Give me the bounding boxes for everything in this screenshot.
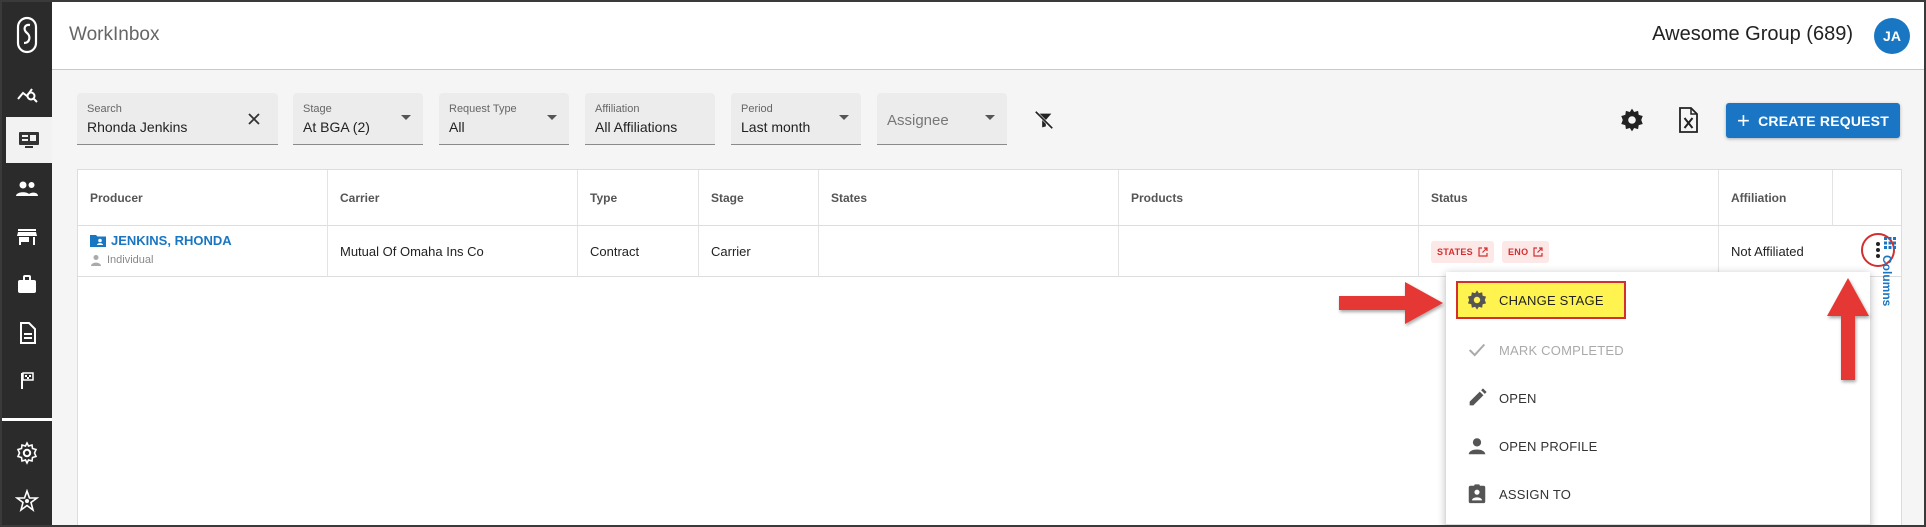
open-in-new-icon bbox=[1533, 246, 1543, 257]
column-header-type[interactable]: Type bbox=[578, 170, 699, 226]
avatar[interactable]: JA bbox=[1874, 18, 1910, 54]
stage-label: Stage bbox=[303, 103, 332, 115]
status-chip-states[interactable]: STATES bbox=[1431, 240, 1494, 263]
search-value: Rhonda Jenkins bbox=[87, 119, 188, 135]
menu-item-label: CHANGE STAGE bbox=[1499, 292, 1604, 308]
logo-icon[interactable] bbox=[2, 2, 52, 68]
assignment-ind-icon bbox=[1468, 484, 1486, 504]
folder-account-icon bbox=[90, 235, 106, 247]
page-title: WorkInbox bbox=[69, 24, 160, 45]
settings-icon[interactable] bbox=[2, 430, 52, 476]
affiliation-label: Affiliation bbox=[595, 103, 640, 115]
document-icon[interactable] bbox=[2, 310, 52, 356]
person-icon bbox=[1468, 438, 1486, 455]
producer-cell: JENKINS, RHONDA Individual bbox=[78, 226, 328, 277]
column-header-states[interactable]: States bbox=[819, 170, 1119, 226]
stage-cell: Carrier bbox=[699, 226, 819, 277]
assignee-select[interactable]: Assignee bbox=[877, 93, 1007, 145]
status-cell: STATES ENO bbox=[1419, 226, 1719, 277]
create-request-label: CREATE REQUEST bbox=[1758, 112, 1889, 129]
request-type-select[interactable]: Request Type All bbox=[439, 93, 569, 145]
affiliation-select[interactable]: Affiliation All Affiliations bbox=[585, 93, 715, 145]
stage-value: At BGA (2) bbox=[303, 119, 370, 135]
star-network-icon[interactable] bbox=[2, 478, 52, 524]
status-chip-label: STATES bbox=[1437, 246, 1473, 257]
menu-item-label: OPEN bbox=[1499, 390, 1537, 406]
menu-item-open-profile[interactable]: OPEN PROFILE bbox=[1446, 422, 1870, 470]
column-header-products[interactable]: Products bbox=[1119, 170, 1419, 226]
check-icon bbox=[1468, 343, 1486, 357]
column-header-affiliation[interactable]: Affiliation bbox=[1719, 170, 1833, 226]
menu-item-change-stage[interactable]: CHANGE STAGE bbox=[1456, 281, 1626, 319]
status-chip-eno[interactable]: ENO bbox=[1501, 240, 1550, 263]
states-cell bbox=[819, 226, 1119, 277]
chevron-down-icon bbox=[839, 115, 849, 120]
menu-item-open[interactable]: OPEN bbox=[1446, 374, 1870, 422]
column-header-producer[interactable]: Producer bbox=[78, 170, 328, 226]
carrier-cell: Mutual Of Omaha Ins Co bbox=[328, 226, 578, 277]
top-bar: WorkInbox Awesome Group (689) JA bbox=[52, 2, 1924, 70]
search-label: Search bbox=[87, 103, 122, 115]
open-in-new-icon bbox=[1478, 246, 1488, 257]
columns-tab[interactable]: Columns bbox=[1878, 237, 1902, 327]
annotation-arrow-up bbox=[1827, 278, 1869, 380]
pencil-icon bbox=[1469, 388, 1487, 406]
period-select[interactable]: Period Last month bbox=[731, 93, 861, 145]
producer-type: Individual bbox=[90, 254, 153, 266]
people-icon[interactable] bbox=[2, 166, 52, 212]
analytics-search-icon[interactable] bbox=[2, 70, 52, 116]
type-cell: Contract bbox=[578, 226, 699, 277]
plus-icon: + bbox=[1737, 107, 1751, 133]
menu-item-mark-completed[interactable]: MARK COMPLETED bbox=[1446, 326, 1870, 374]
producer-type-label: Individual bbox=[107, 254, 154, 266]
app-window: WorkInbox Awesome Group (689) JA Search … bbox=[0, 0, 1926, 527]
create-request-button[interactable]: + CREATE REQUEST bbox=[1726, 103, 1900, 138]
monitor-icon[interactable] bbox=[2, 117, 52, 163]
menu-item-assign-to[interactable]: ASSIGN TO bbox=[1446, 470, 1870, 518]
store-icon[interactable] bbox=[2, 214, 52, 260]
affiliation-cell: Not Affiliated bbox=[1731, 244, 1804, 259]
filter-off-icon[interactable] bbox=[1033, 109, 1055, 131]
group-name[interactable]: Awesome Group (689) bbox=[1652, 23, 1853, 46]
status-chip-label: ENO bbox=[1507, 246, 1529, 257]
row-actions-menu: CHANGE STAGE MARK COMPLETED OPEN OPEN PR… bbox=[1446, 272, 1870, 525]
stage-select[interactable]: Stage At BGA (2) bbox=[293, 93, 423, 145]
chevron-down-icon bbox=[401, 115, 411, 120]
request-type-label: Request Type bbox=[449, 103, 517, 115]
affiliation-value: All Affiliations bbox=[595, 119, 678, 135]
products-cell bbox=[1119, 226, 1419, 277]
flag-icon[interactable] bbox=[2, 358, 52, 404]
producer-name: JENKINS, RHONDA bbox=[111, 233, 232, 248]
sidebar bbox=[2, 2, 52, 525]
person-icon bbox=[91, 255, 101, 266]
sidebar-divider bbox=[2, 418, 52, 421]
period-value: Last month bbox=[741, 119, 811, 135]
annotation-arrow-right bbox=[1339, 282, 1443, 324]
menu-item-label: ASSIGN TO bbox=[1499, 486, 1572, 502]
table-row[interactable]: JENKINS, RHONDA Individual Mutual Of Oma… bbox=[78, 226, 1901, 277]
request-type-value: All bbox=[449, 119, 465, 135]
menu-item-label: OPEN PROFILE bbox=[1499, 438, 1598, 454]
gear-icon bbox=[1467, 290, 1487, 310]
producer-link[interactable]: JENKINS, RHONDA bbox=[90, 233, 232, 248]
menu-divider bbox=[1446, 524, 1870, 525]
table-header: Producer Carrier Type Stage States Produ… bbox=[78, 170, 1901, 226]
briefcase-icon[interactable] bbox=[2, 262, 52, 308]
assignee-placeholder: Assignee bbox=[887, 112, 949, 129]
column-header-stage[interactable]: Stage bbox=[699, 170, 819, 226]
menu-item-label: MARK COMPLETED bbox=[1499, 342, 1624, 358]
period-label: Period bbox=[741, 103, 773, 115]
columns-label: Columns bbox=[1880, 255, 1894, 307]
search-input[interactable]: Search Rhonda Jenkins bbox=[77, 93, 278, 145]
chevron-down-icon bbox=[547, 115, 557, 120]
grid-icon bbox=[1884, 237, 1896, 249]
chevron-down-icon bbox=[985, 115, 995, 120]
column-header-carrier[interactable]: Carrier bbox=[328, 170, 578, 226]
settings-gear-icon[interactable] bbox=[1619, 107, 1645, 133]
column-header-status[interactable]: Status bbox=[1419, 170, 1719, 226]
excel-export-icon[interactable] bbox=[1675, 106, 1701, 134]
clear-icon[interactable] bbox=[246, 111, 262, 127]
